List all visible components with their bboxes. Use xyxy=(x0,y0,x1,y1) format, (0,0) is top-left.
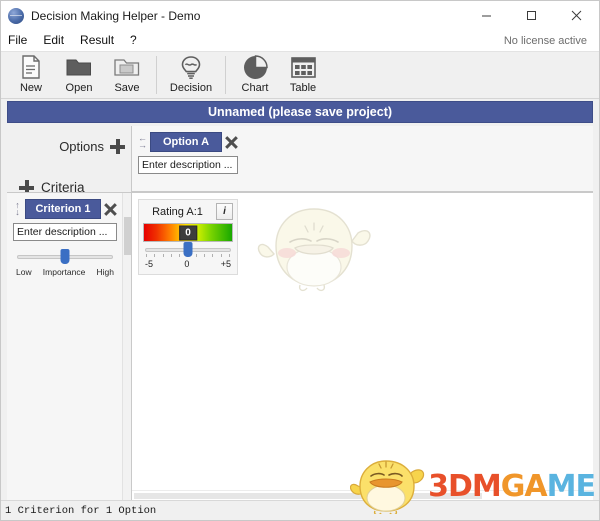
matrix-grid: Options Criteria ← → Option A Enter desc… xyxy=(7,126,593,500)
rating-max-label: +5 xyxy=(220,259,231,269)
close-icon[interactable] xyxy=(554,1,599,30)
title-bar: Decision Making Helper - Demo xyxy=(1,1,599,30)
criteria-column: ↑ ↓ Criterion 1 Enter description ... Low… xyxy=(7,192,131,500)
canvas-horizontal-scrollbar[interactable] xyxy=(132,490,593,500)
remove-criterion-icon[interactable] xyxy=(104,203,117,216)
open-folder-icon xyxy=(66,54,92,80)
remove-option-icon[interactable] xyxy=(225,136,238,149)
save-folder-icon xyxy=(114,54,140,80)
table-grid-icon xyxy=(290,54,316,80)
criterion-name-button[interactable]: Criterion 1 xyxy=(25,199,101,219)
canvas-scrollbar-thumb[interactable] xyxy=(134,493,482,499)
menu-item-result[interactable]: Result xyxy=(72,30,122,51)
importance-high-label: High xyxy=(96,267,114,277)
new-button[interactable]: New xyxy=(7,52,55,98)
ratings-canvas: Rating A:1 i 0 -5 0 +5 xyxy=(131,192,593,500)
maximize-icon[interactable] xyxy=(509,1,554,30)
criterion-card-header: ↑ ↓ Criterion 1 xyxy=(13,199,117,219)
open-button[interactable]: Open xyxy=(55,52,103,98)
menu-item-edit[interactable]: Edit xyxy=(35,30,72,51)
toolbar-separator-1 xyxy=(156,56,157,94)
rating-card-header: Rating A:1 i xyxy=(143,203,233,220)
new-button-label: New xyxy=(19,82,42,94)
menu-item-file[interactable]: File xyxy=(1,30,35,51)
rating-value-badge: 0 xyxy=(179,225,197,240)
save-button-label: Save xyxy=(114,82,140,94)
rating-slider-track[interactable] xyxy=(145,242,231,257)
rating-slider-thumb[interactable] xyxy=(183,242,193,257)
move-vertical-icon[interactable]: ↑ ↓ xyxy=(13,201,22,217)
new-document-icon xyxy=(20,54,42,80)
options-header-label: Options xyxy=(59,138,104,154)
toolbar-separator-2 xyxy=(225,56,226,94)
criterion-card: ↑ ↓ Criterion 1 Enter description ... Low… xyxy=(13,199,117,277)
decision-button[interactable]: Decision xyxy=(162,52,220,98)
importance-slider-labels: Low Importance High xyxy=(15,267,115,277)
license-status: No license active xyxy=(503,34,587,47)
add-option-button[interactable] xyxy=(110,139,125,154)
status-text: 1 Criterion for 1 Option xyxy=(5,504,157,517)
window-controls xyxy=(464,1,599,30)
importance-center-label: Importance xyxy=(42,267,86,277)
window-title: Decision Making Helper - Demo xyxy=(31,8,201,23)
rating-title: Rating A:1 xyxy=(152,205,203,218)
importance-low-label: Low xyxy=(16,267,32,277)
application-window: Decision Making Helper - Demo File Edit … xyxy=(0,0,600,521)
globe-icon xyxy=(8,7,24,24)
status-bar: 1 Criterion for 1 Option xyxy=(1,500,599,520)
rating-card: Rating A:1 i 0 -5 0 +5 xyxy=(138,199,238,275)
chart-button-label: Chart xyxy=(241,82,269,94)
project-title-banner: Unnamed (please save project) xyxy=(7,101,593,123)
chick-mascot-watermark xyxy=(257,208,371,292)
option-card: ← → Option A Enter description ... xyxy=(138,132,238,174)
importance-slider-track[interactable] xyxy=(17,249,113,264)
criterion-description-input[interactable]: Enter description ... xyxy=(13,223,117,241)
criteria-scrollbar[interactable] xyxy=(122,193,131,500)
option-description-input[interactable]: Enter description ... xyxy=(138,156,238,174)
lightbulb-icon xyxy=(179,54,203,80)
rating-scale-labels: -5 0 +5 xyxy=(143,259,233,269)
menu-bar: File Edit Result ? No license active xyxy=(1,30,599,51)
importance-slider[interactable]: Low Importance High xyxy=(13,245,117,277)
headers-corner-cell: Options Criteria xyxy=(7,126,131,195)
options-row: ← → Option A Enter description ... xyxy=(131,126,593,192)
menu-item-help[interactable]: ? xyxy=(122,30,145,51)
table-button-label: Table xyxy=(289,82,317,94)
importance-slider-thumb[interactable] xyxy=(60,249,70,264)
chart-button[interactable]: Chart xyxy=(231,52,279,98)
criteria-scrollbar-thumb[interactable] xyxy=(124,217,131,255)
save-button[interactable]: Save xyxy=(103,52,151,98)
workspace: Options Criteria ← → Option A Enter desc… xyxy=(1,123,599,500)
rating-min-label: -5 xyxy=(145,259,154,269)
move-horizontal-icon[interactable]: ← → xyxy=(138,134,147,150)
toolbar: New Open Save Decision Chart Table xyxy=(1,51,599,99)
option-card-header: ← → Option A xyxy=(138,132,238,152)
open-button-label: Open xyxy=(65,82,93,94)
rating-mid-label: 0 xyxy=(184,259,190,269)
info-icon[interactable]: i xyxy=(216,203,233,220)
pie-chart-icon xyxy=(243,54,268,80)
decision-button-label: Decision xyxy=(169,82,213,94)
rating-gradient-bar: 0 xyxy=(143,223,233,242)
option-name-button[interactable]: Option A xyxy=(150,132,222,152)
minimize-icon[interactable] xyxy=(464,1,509,30)
table-button[interactable]: Table xyxy=(279,52,327,98)
